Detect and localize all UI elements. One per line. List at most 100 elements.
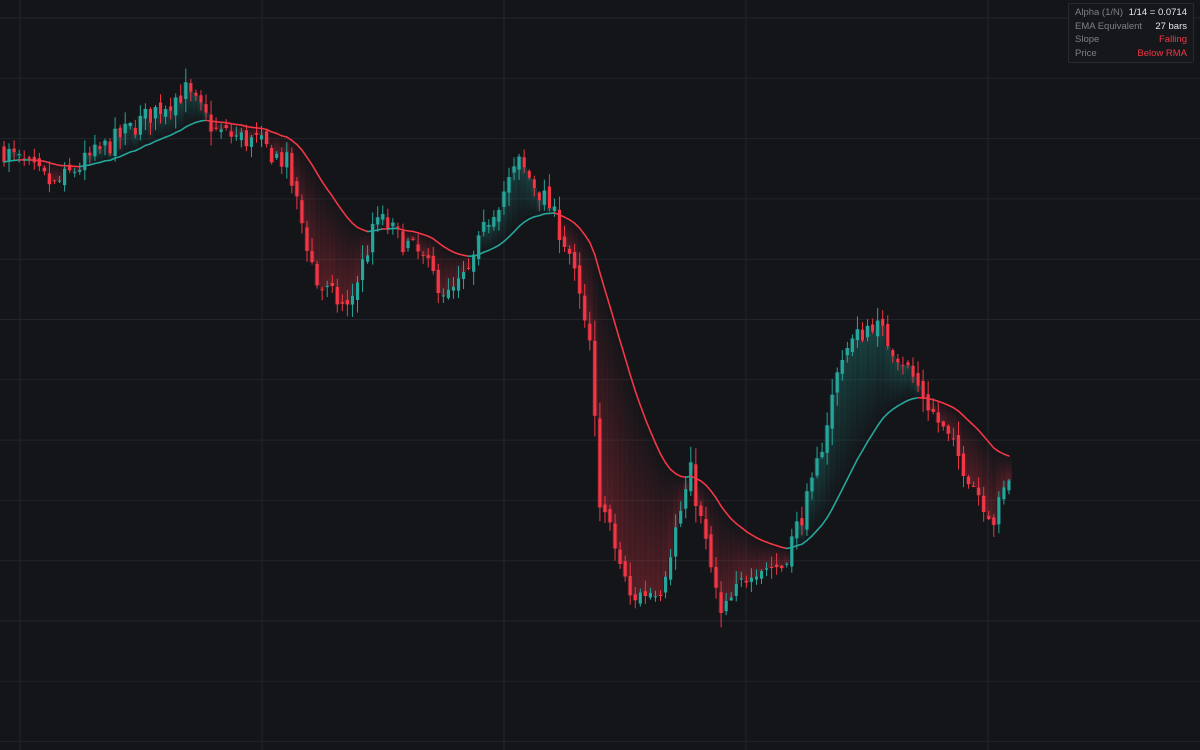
candle: [2, 140, 6, 167]
candle-body: [916, 373, 920, 386]
candle-body: [189, 83, 193, 92]
rma-gap-fill-segment: [758, 540, 765, 572]
candle: [790, 528, 794, 573]
candle-body: [906, 362, 910, 365]
candle-body: [497, 209, 501, 222]
candle-body: [593, 340, 597, 416]
candle-body: [946, 425, 950, 434]
candlestick-chart[interactable]: [0, 0, 1200, 750]
candle-body: [244, 130, 248, 147]
candle-body: [694, 464, 698, 507]
candle-body: [174, 97, 178, 116]
candle-body: [280, 152, 284, 167]
info-label-alpha: Alpha (1/N): [1075, 7, 1124, 19]
candle-body: [113, 128, 117, 157]
rma-gap-fill-segment: [880, 325, 886, 419]
candle: [371, 212, 375, 265]
candle-body: [633, 594, 637, 601]
candle-body: [669, 557, 673, 580]
candle-body: [451, 286, 456, 291]
candle-body: [699, 505, 703, 516]
candle-body: [562, 236, 567, 247]
candle-body: [148, 109, 153, 123]
rma-gap-fill-segment: [743, 531, 750, 583]
candle-body: [158, 102, 163, 115]
candle-body: [825, 425, 829, 453]
rma-gap-fill-segment: [991, 448, 997, 525]
rma-gap-fill-segment: [849, 338, 856, 470]
rma-gap-fill-segment: [844, 348, 851, 480]
candle-body: [618, 549, 622, 564]
candle-body: [850, 338, 854, 352]
candle-body: [340, 302, 344, 304]
candle: [921, 369, 925, 413]
candle: [113, 117, 117, 162]
rma-gap-fill-segment: [319, 181, 325, 290]
candle-body: [431, 255, 435, 271]
candle-body: [366, 255, 370, 262]
rma-gap-fill-segment: [652, 443, 659, 597]
rma-gap-fill-segment: [819, 451, 825, 525]
candle-body: [926, 394, 930, 411]
candle-body: [214, 127, 218, 129]
candle-body: [93, 144, 97, 157]
rma-gap-fill-segment: [647, 431, 654, 593]
candle-body: [421, 255, 425, 257]
candle-body: [169, 106, 173, 111]
candle-body: [118, 127, 122, 138]
candle: [265, 128, 269, 148]
candle: [886, 315, 890, 350]
candle-body: [790, 536, 794, 567]
candle-body: [775, 564, 779, 568]
candle-body: [290, 153, 294, 186]
candle-body: [436, 269, 440, 294]
info-value-price: Below RMA: [1137, 47, 1187, 59]
candle-body: [628, 576, 632, 596]
candle-body: [234, 135, 238, 137]
candle-body: [780, 565, 784, 569]
rma-gap-fill-segment: [728, 518, 735, 598]
candle: [820, 442, 824, 459]
candle-body: [921, 380, 925, 399]
candle-body: [719, 592, 723, 613]
candle-body: [881, 318, 885, 326]
candle-body: [704, 519, 708, 539]
candle-body: [426, 255, 430, 259]
candle-body: [325, 285, 329, 288]
rma-gap-fill-segment: [859, 340, 866, 451]
info-row-ema-equivalent: EMA Equivalent 27 bars: [1075, 20, 1187, 34]
rma-gap-fill-segment: [622, 357, 628, 577]
candle-body: [507, 177, 511, 193]
candle-body: [88, 152, 92, 156]
candle-body: [295, 181, 299, 197]
candle-body: [997, 497, 1001, 525]
candle-body: [648, 592, 652, 598]
candle-body: [608, 509, 612, 523]
candle-body: [674, 527, 678, 557]
candle-body: [275, 153, 279, 158]
candle: [992, 514, 996, 538]
candle: [83, 140, 87, 181]
candle-body: [63, 168, 67, 186]
candle-body: [138, 115, 142, 135]
candle-body: [184, 82, 188, 99]
candle-body: [911, 365, 915, 377]
candle-body: [714, 567, 718, 588]
rma-gap-fill-segment: [339, 210, 346, 304]
rma-gap-fill: [1, 82, 1012, 613]
candle-body: [133, 127, 137, 135]
candle-body: [502, 191, 506, 207]
candle-body: [360, 259, 365, 281]
candle-body: [103, 140, 107, 146]
rma-gap-fill-segment: [663, 462, 669, 577]
candle-body: [527, 170, 531, 178]
candle-body: [42, 167, 46, 172]
candle-body: [810, 477, 814, 492]
candle-body: [896, 358, 900, 363]
candle-body: [1007, 480, 1011, 491]
candle-body: [931, 408, 935, 412]
candle-body: [522, 157, 526, 168]
candle-body: [179, 95, 183, 103]
candle-body: [98, 146, 102, 150]
candle: [179, 84, 183, 105]
